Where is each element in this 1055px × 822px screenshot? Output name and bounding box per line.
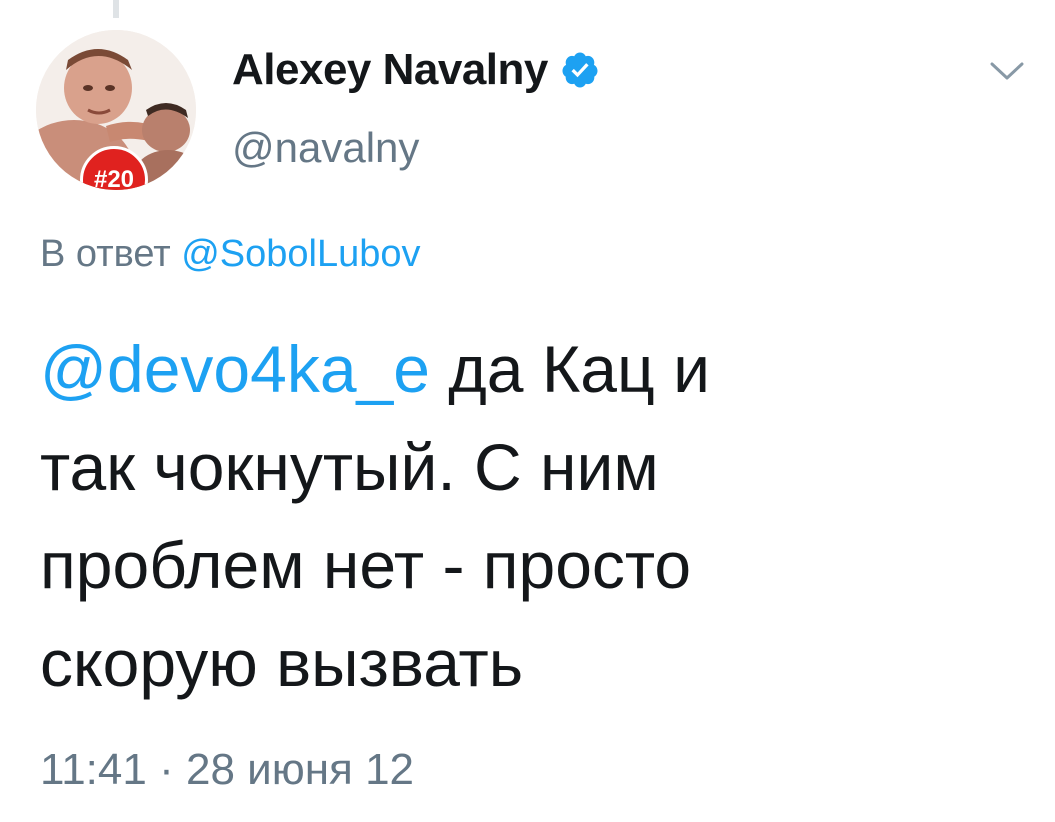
- tweet-line-3: проблем нет - просто: [40, 528, 692, 602]
- avatar[interactable]: #20: [36, 30, 196, 190]
- tweet-line-2: так чокнутый. С ним: [40, 430, 659, 504]
- tweet-time: 11:41: [40, 745, 147, 794]
- thread-connector-line: [113, 0, 119, 18]
- tweet-line-1-text: да Кац и: [429, 332, 711, 406]
- chevron-down-icon[interactable]: [988, 58, 1026, 84]
- avatar-badge-label: #20: [93, 166, 135, 191]
- tweet-mention-link[interactable]: @devo4ka_e: [40, 332, 430, 406]
- timestamp-separator: ·: [159, 745, 174, 794]
- reply-prefix: В ответ: [40, 233, 171, 275]
- verified-badge-icon: [560, 50, 600, 90]
- reply-mention-link[interactable]: @SobolLubov: [181, 233, 420, 275]
- reply-context: В ответ @SobolLubov: [40, 230, 421, 278]
- tweet-date: 28 июня 12: [185, 745, 415, 794]
- author-display-name[interactable]: Alexey Navalny: [232, 44, 548, 96]
- tweet-line-4: скорую вызвать: [40, 626, 524, 700]
- author-handle[interactable]: @navalny: [232, 122, 419, 174]
- tweet-line-1: @devo4ka_e да Кац и: [40, 320, 1030, 418]
- author-name-row[interactable]: Alexey Navalny: [232, 42, 600, 98]
- tweet-body: @devo4ka_e да Кац и так чокнутый. С ним …: [40, 320, 1030, 712]
- tweet-timestamp[interactable]: 11:41 · 28 июня 12: [40, 744, 414, 796]
